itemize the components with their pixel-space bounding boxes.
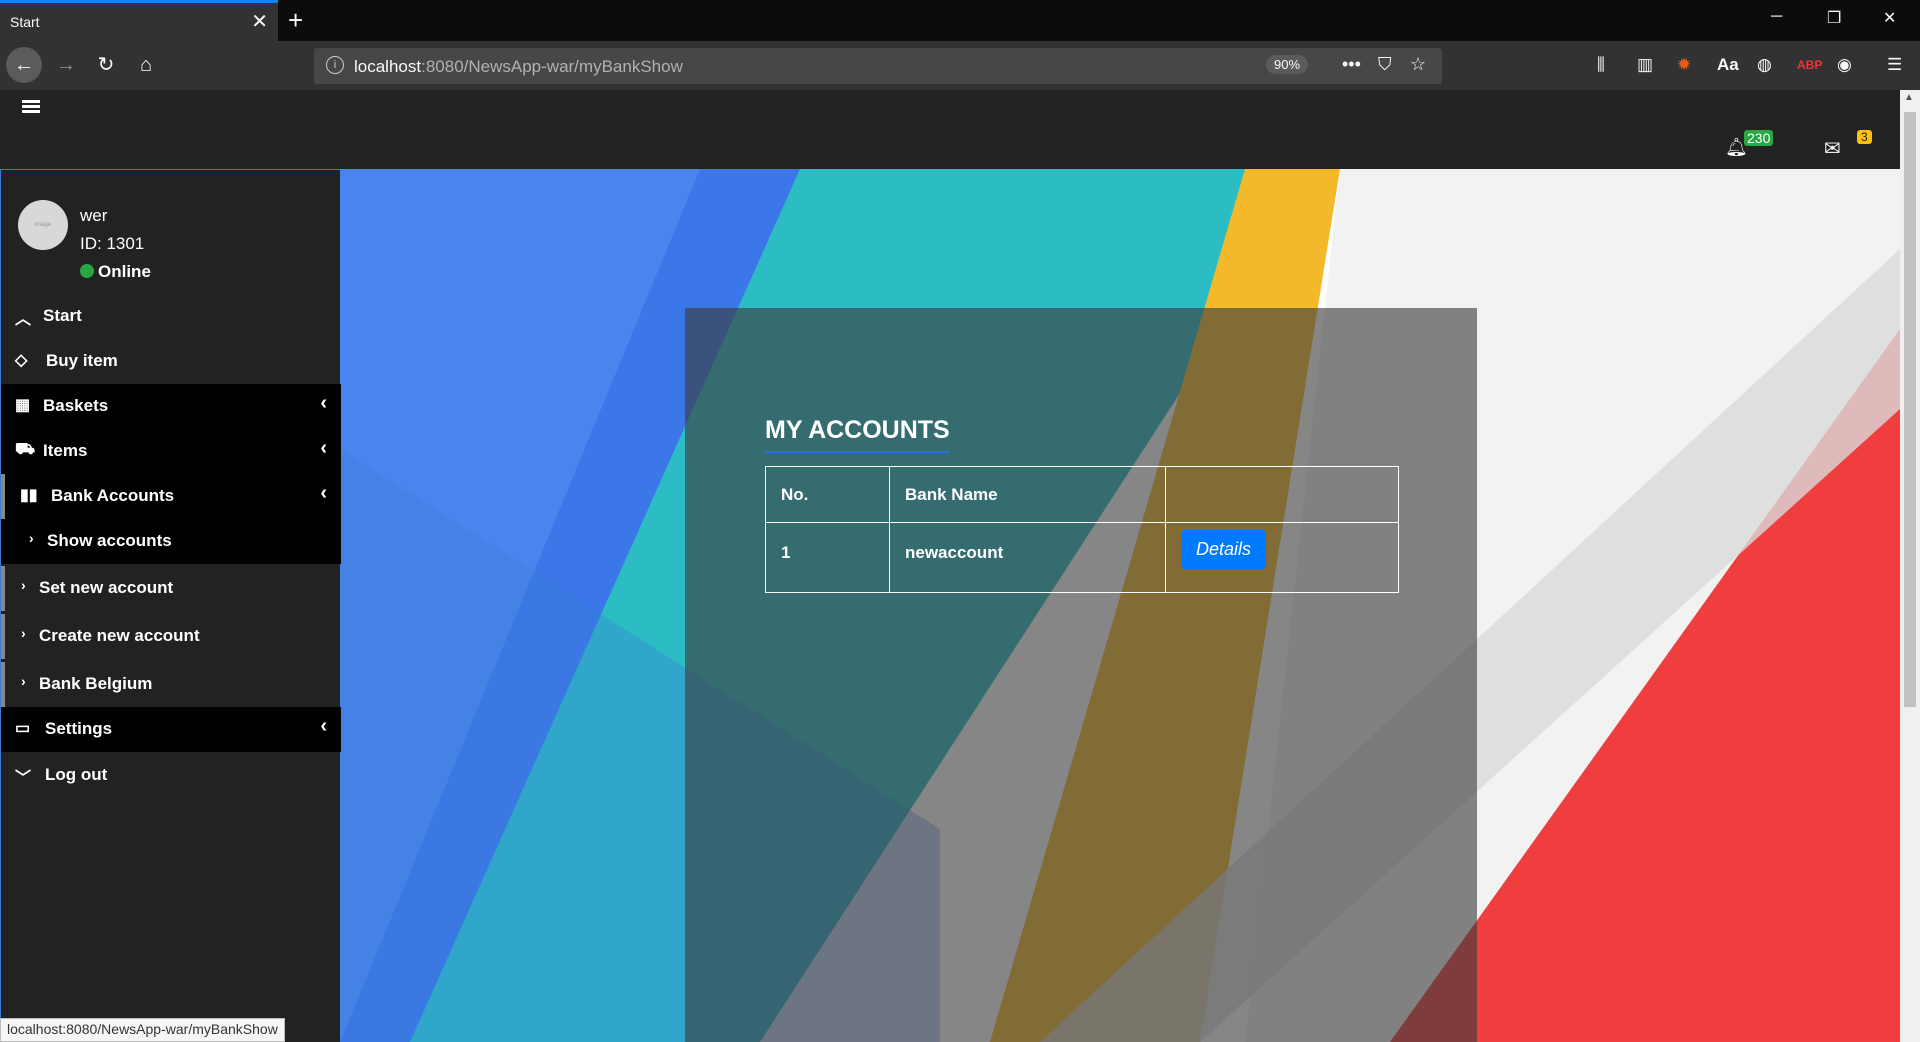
sidebar-item-log-out[interactable]: ﹀ Log out — [1, 753, 341, 798]
table-row: 1 newaccount Details — [765, 522, 1399, 593]
bookmark-star-icon[interactable]: ☆ — [1410, 54, 1426, 75]
chevron-right-icon: › — [21, 625, 26, 641]
forward-icon[interactable]: → — [50, 49, 82, 81]
sidebar-item-buy-item[interactable]: ◇ Buy item — [1, 339, 341, 384]
mail-icon[interactable]: ✉ — [1824, 136, 1841, 161]
user-status: Online — [80, 262, 151, 282]
submenu-item-show-accounts[interactable]: › Show accounts — [1, 519, 341, 564]
chevron-left-icon: ‹ — [320, 482, 327, 504]
diamond-icon: ◇ — [15, 352, 28, 369]
chevron-right-icon: › — [29, 530, 34, 546]
user-name: wer — [80, 206, 108, 225]
sidebar-item-settings[interactable]: ▭ Settings ‹ — [1, 707, 341, 752]
reader-icon[interactable]: Aa — [1717, 55, 1739, 75]
user-id: ID: 1301 — [80, 234, 145, 253]
page-scrollbar[interactable]: ▲ — [1900, 90, 1920, 1042]
details-button[interactable]: Details — [1181, 530, 1267, 569]
submenu-item-create-new-account[interactable]: › Create new account — [1, 614, 341, 659]
scroll-up-icon[interactable]: ▲ — [1904, 92, 1914, 103]
url-path: :8080/NewsApp-war/myBankShow — [421, 57, 683, 76]
minimize-icon[interactable]: ─ — [1771, 8, 1782, 26]
browser-tab-bar: Start ✕ + ─ ❐ ✕ — [0, 0, 1920, 41]
new-tab-button[interactable]: + — [288, 5, 303, 36]
reload-icon[interactable]: ↻ — [90, 49, 122, 81]
bar-chart-icon: ▮▮ — [20, 487, 38, 504]
hamburger-icon[interactable] — [22, 98, 40, 115]
submenu-item-bank-belgium[interactable]: › Bank Belgium — [1, 662, 341, 707]
browser-nav-bar: ← → ↻ ⌂ i localhost:8080/NewsApp-war/myB… — [0, 41, 1920, 90]
chevron-right-icon: › — [21, 673, 26, 689]
submenu-item-label: Create new account — [39, 626, 200, 645]
submenu-item-label: Bank Belgium — [39, 674, 153, 693]
chevron-left-icon: ‹ — [320, 392, 327, 414]
browser-tab[interactable]: Start ✕ — [0, 0, 278, 41]
sidebar-item-label: Log out — [45, 765, 108, 784]
chevron-right-icon: › — [21, 577, 26, 593]
sidebar-item-start[interactable]: ︿ Start — [1, 294, 341, 339]
submenu-item-set-new-account[interactable]: › Set new account — [1, 566, 341, 611]
column-header-bank-name: Bank Name — [889, 466, 1166, 523]
sidebar-item-items[interactable]: ⛟ Items ‹ — [1, 429, 341, 474]
page-title: MY ACCOUNTS — [765, 416, 950, 453]
sidebar-item-baskets[interactable]: ▦ Baskets ‹ — [1, 384, 341, 429]
sidebar: image wer ID: 1301 Online ︿ Start ◇ Buy … — [0, 169, 341, 1042]
grid-icon: ▦ — [15, 397, 31, 414]
cart-icon: ⛟ — [15, 441, 36, 458]
globe-icon[interactable]: ◍ — [1757, 55, 1772, 75]
avatar: image — [18, 200, 68, 250]
chevron-down-icon: ﹀ — [15, 770, 32, 787]
back-icon[interactable]: ← — [6, 47, 42, 83]
notifications-badge: 230 — [1744, 130, 1774, 146]
online-dot-icon — [80, 264, 94, 278]
accounts-panel: MY ACCOUNTS No. Bank Name 1 newaccount D… — [685, 308, 1477, 1042]
sidebar-item-bank-accounts[interactable]: ▮▮ Bank Accounts ‹ — [1, 474, 341, 519]
app-header: 🔔︎ 230 ✉ 3 — [0, 90, 1900, 169]
cell-no: 1 — [765, 522, 890, 593]
adblock-icon[interactable]: ABP — [1797, 58, 1822, 72]
chevron-left-icon: ‹ — [320, 437, 327, 459]
column-header-no: No. — [765, 466, 890, 523]
main-content: MY ACCOUNTS No. Bank Name 1 newaccount D… — [340, 169, 1900, 1042]
cell-actions: Details — [1165, 522, 1399, 593]
accounts-table: No. Bank Name 1 newaccount Details — [765, 466, 1399, 593]
home-icon[interactable]: ⌂ — [130, 49, 162, 81]
site-info-icon[interactable]: i — [326, 56, 344, 74]
status-bar-url: localhost:8080/NewsApp-war/myBankShow — [0, 1018, 285, 1042]
sidebar-toggle-icon[interactable]: ▥ — [1637, 55, 1653, 75]
library-icon[interactable]: ⫼ — [1597, 55, 1605, 75]
url-bar[interactable]: i localhost:8080/NewsApp-war/myBankShow … — [314, 48, 1442, 84]
pocket-icon[interactable]: ⛉ — [1378, 54, 1392, 75]
messages-badge: 3 — [1857, 130, 1872, 144]
sidebar-item-label: Buy item — [46, 351, 118, 370]
chevron-up-icon: ︿ — [15, 311, 32, 328]
user-status-label: Online — [98, 262, 151, 281]
account-icon[interactable]: ◉ — [1837, 55, 1852, 75]
restore-icon[interactable]: ❐ — [1827, 8, 1841, 28]
sidebar-item-label: Items — [43, 441, 88, 460]
sidebar-item-label: Settings — [45, 719, 113, 738]
table-header-row: No. Bank Name — [765, 466, 1399, 523]
scrollbar-thumb[interactable] — [1904, 112, 1916, 707]
submenu-item-label: Set new account — [39, 578, 174, 597]
page-actions-icon[interactable]: ••• — [1342, 54, 1361, 75]
sidebar-item-label: Bank Accounts — [51, 486, 175, 505]
submenu-item-label: Show accounts — [47, 531, 172, 550]
cell-bank-name: newaccount — [889, 522, 1166, 593]
close-window-icon[interactable]: ✕ — [1883, 8, 1896, 28]
menu-icon[interactable]: ☰ — [1887, 55, 1902, 75]
column-header-actions — [1165, 466, 1399, 523]
tab-close-icon[interactable]: ✕ — [251, 9, 268, 34]
url-host: localhost — [354, 57, 422, 76]
laptop-icon: ▭ — [15, 720, 31, 737]
sidebar-item-label: Baskets — [43, 396, 109, 415]
tab-title: Start — [10, 14, 40, 30]
url-text[interactable]: localhost:8080/NewsApp-war/myBankShow — [354, 57, 683, 77]
chevron-left-icon: ‹ — [320, 715, 327, 737]
extension-icon[interactable]: ✹ — [1677, 55, 1691, 75]
sidebar-item-label: Start — [43, 306, 82, 325]
zoom-indicator[interactable]: 90% — [1266, 55, 1309, 74]
